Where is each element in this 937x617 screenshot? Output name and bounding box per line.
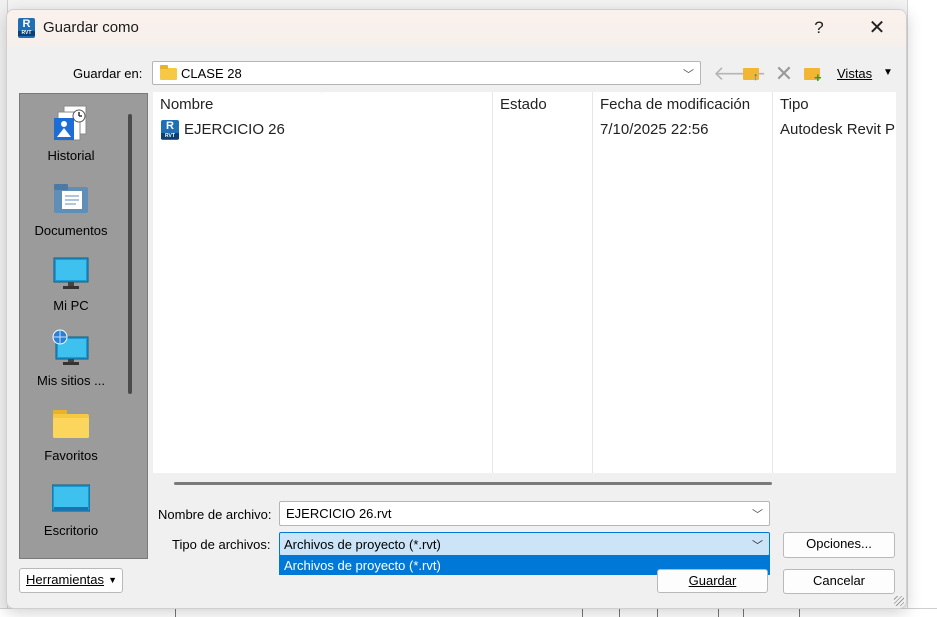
column-header-type[interactable]: Tipo	[780, 96, 809, 113]
save-as-dialog: R RVT Guardar como ? ✕ Guardar en: CLASE …	[6, 9, 907, 609]
tools-button-label: Herramientas	[26, 572, 105, 587]
save-in-dropdown[interactable]: CLASE 28 ﹀	[152, 61, 701, 85]
file-name-label: Nombre de archivo:	[158, 507, 272, 522]
sort-ascending-icon: ⌃	[318, 92, 327, 100]
place-history[interactable]: Historial	[20, 98, 122, 173]
history-icon	[54, 105, 87, 141]
place-label: Escritorio	[43, 523, 99, 538]
file-type-dropdown[interactable]: Archivos de proyecto (*.rvt) ﹀	[279, 532, 770, 556]
place-desktop[interactable]: Escritorio	[20, 473, 122, 548]
background-app-bottom	[0, 608, 937, 617]
new-folder-icon[interactable]: +	[803, 63, 825, 85]
revit-app-icon: R RVT	[18, 18, 35, 38]
dialog-title: Guardar como	[43, 19, 139, 36]
horizontal-scrollbar[interactable]	[174, 482, 772, 485]
delete-icon[interactable]: ✕	[773, 63, 795, 85]
place-favorites[interactable]: Favoritos	[20, 398, 122, 473]
column-divider[interactable]	[492, 92, 493, 473]
revit-file-icon: R RVT	[161, 120, 179, 140]
place-label: Documentos	[34, 223, 108, 238]
save-in-label: Guardar en:	[73, 66, 143, 81]
title-bar: R RVT Guardar como ? ✕	[7, 10, 906, 46]
file-name-cell: EJERCICIO 26	[184, 121, 285, 138]
tools-menu-button[interactable]: Herramientas ▼	[19, 568, 123, 593]
place-label: Historial	[47, 148, 95, 163]
desktop-icon	[52, 484, 90, 512]
place-label: Favoritos	[44, 448, 98, 463]
caret-down-icon: ▼	[108, 575, 117, 585]
file-type-label: Tipo de archivos:	[172, 537, 271, 552]
save-button-label: Guardar	[688, 573, 737, 588]
computer-icon	[53, 257, 89, 289]
place-label: Mis sitios ...	[37, 373, 105, 388]
views-menu-button[interactable]: Vistas	[837, 66, 872, 81]
folder-icon	[160, 65, 177, 80]
file-type-value: Archivos de proyecto (*.rvt)	[284, 537, 441, 552]
save-button[interactable]: Guardar	[657, 569, 768, 593]
background-app-right	[907, 0, 937, 617]
documents-icon	[54, 184, 88, 213]
options-button[interactable]: Opciones...	[783, 532, 895, 558]
place-label: Mi PC	[53, 298, 89, 313]
column-header-status[interactable]: Estado	[500, 96, 547, 113]
column-divider[interactable]	[592, 92, 593, 473]
file-list: ⌃ Nombre Estado Fecha de modificación Ti…	[153, 92, 896, 473]
places-scrollbar[interactable]	[128, 114, 132, 394]
favorites-folder-icon	[53, 410, 89, 438]
place-my-pc[interactable]: Mi PC	[20, 248, 122, 323]
place-network[interactable]: Mis sitios ...	[20, 323, 122, 398]
resize-grip-icon[interactable]	[894, 596, 904, 606]
close-button[interactable]: ✕	[862, 15, 892, 41]
file-name-value: EJERCICIO 26.rvt	[286, 506, 392, 521]
file-name-field[interactable]: EJERCICIO 26.rvt ﹀	[279, 501, 770, 526]
network-places-icon	[52, 329, 89, 365]
file-modified-cell: 7/10/2025 22:56	[600, 121, 709, 138]
file-type-cell: Autodesk Revit Pr	[780, 121, 896, 138]
save-in-value: CLASE 28	[181, 66, 242, 81]
chevron-down-icon: ﹀	[752, 540, 763, 552]
column-header-modified[interactable]: Fecha de modificación	[600, 96, 750, 113]
back-arrow-icon[interactable]: 🡐	[713, 63, 767, 85]
up-one-level-icon[interactable]: ↑	[742, 63, 764, 85]
help-button[interactable]: ?	[804, 15, 834, 41]
column-divider[interactable]	[772, 92, 773, 473]
file-row[interactable]: R RVT EJERCICIO 26 7/10/2025 22:56 Autode…	[153, 118, 896, 142]
chevron-down-icon: ﹀	[683, 69, 694, 81]
caret-down-icon[interactable]: ▼	[883, 67, 893, 78]
places-bar: Historial Documentos Mi PC Mis sitios ..…	[19, 93, 148, 559]
column-header-name[interactable]: Nombre	[160, 96, 213, 113]
place-documents[interactable]: Documentos	[20, 173, 122, 248]
chevron-down-icon[interactable]: ﹀	[752, 506, 763, 522]
cancel-button[interactable]: Cancelar	[783, 569, 895, 594]
